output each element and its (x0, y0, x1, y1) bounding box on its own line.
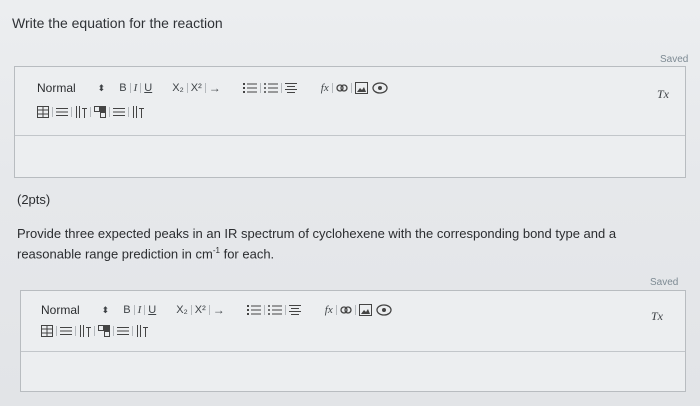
italic-button[interactable]: I (138, 303, 142, 317)
insert-arrow-button[interactable]: → (213, 303, 225, 317)
toolbar-divider (128, 107, 129, 117)
toolbar-divider (259, 83, 261, 93)
toolbar-divider (350, 83, 352, 93)
image-icon[interactable] (358, 303, 372, 317)
toolbar-divider (113, 326, 114, 336)
format-select-caret-icon[interactable]: ⬍ (102, 303, 110, 317)
editor-2-content[interactable] (21, 352, 685, 391)
toolbar-divider (335, 305, 337, 315)
toolbar-divider (144, 305, 146, 315)
toolbar-divider (284, 305, 286, 315)
editor-2: Normal ⬍ B I U X₂ X² → fx Tx (20, 290, 686, 392)
toolbar-divider (129, 83, 131, 93)
toolbar-divider (186, 83, 188, 93)
toolbar-divider (132, 326, 133, 336)
toolbar-divider (94, 326, 95, 336)
table-merge-icon[interactable] (113, 105, 125, 119)
embed-icon[interactable] (372, 81, 388, 95)
underline-button[interactable]: U (148, 303, 156, 317)
toolbar-divider (204, 83, 206, 93)
link-icon[interactable] (340, 303, 352, 317)
toolbar-divider (52, 107, 53, 117)
table-columns-icon[interactable] (75, 105, 87, 119)
toolbar-divider (208, 305, 210, 315)
question-2-prompt-text: reasonable range prediction in cm (17, 246, 213, 262)
table-cells-icon[interactable] (94, 105, 106, 119)
superscript-button[interactable]: X² (191, 81, 202, 95)
table-columns-icon[interactable] (79, 324, 91, 338)
image-icon[interactable] (354, 81, 368, 95)
table-cells-icon[interactable] (98, 324, 110, 338)
format-select-caret-icon[interactable]: ⬍ (98, 81, 106, 95)
question-2-prompt-line-2: reasonable range prediction in cm-1 for … (17, 242, 274, 262)
toolbar-divider (280, 83, 282, 93)
function-button[interactable]: fx (325, 303, 333, 317)
italic-button[interactable]: I (134, 81, 138, 95)
editor-1: Normal ⬍ B I U X₂ X² → fx Tx (14, 66, 686, 178)
link-icon[interactable] (336, 81, 348, 95)
toolbar-divider (190, 305, 192, 315)
bullet-list-icon[interactable] (267, 303, 282, 317)
toolbar-divider (133, 305, 135, 315)
align-icon[interactable] (284, 81, 297, 95)
align-icon[interactable] (288, 303, 301, 317)
subscript-button[interactable]: X₂ (172, 81, 184, 95)
toolbar-divider (354, 305, 356, 315)
format-select[interactable]: Normal (37, 81, 76, 95)
toolbar-divider (90, 107, 91, 117)
ordered-list-icon[interactable] (246, 303, 261, 317)
underline-button[interactable]: U (144, 81, 152, 95)
question-1-title: Write the equation for the reaction (12, 15, 223, 31)
question-2-unit-exponent: -1 (212, 246, 220, 255)
toolbar-divider (140, 83, 142, 93)
editor-1-content[interactable] (15, 136, 685, 177)
toolbar-divider (56, 326, 57, 336)
table-rows-icon[interactable] (60, 324, 72, 338)
table-merge-icon[interactable] (117, 324, 129, 338)
table-rows-icon[interactable] (56, 105, 68, 119)
format-select[interactable]: Normal (41, 303, 80, 317)
toolbar-divider (331, 83, 333, 93)
toolbar-divider (75, 326, 76, 336)
bold-button[interactable]: B (123, 303, 130, 317)
toolbar-divider (71, 107, 72, 117)
toolbar-divider (263, 305, 265, 315)
insert-arrow-button[interactable]: → (209, 81, 221, 95)
clear-formatting-button[interactable]: Tx (657, 87, 669, 102)
question-1-saved-status: Saved (660, 54, 689, 65)
question-2-saved-status: Saved (650, 277, 679, 288)
bullet-list-icon[interactable] (263, 81, 278, 95)
table-icon[interactable] (37, 105, 49, 119)
embed-icon[interactable] (376, 303, 392, 317)
ordered-list-icon[interactable] (242, 81, 257, 95)
superscript-button[interactable]: X² (195, 303, 206, 317)
bold-button[interactable]: B (119, 81, 126, 95)
editor-2-toolbar: Normal ⬍ B I U X₂ X² → fx Tx (21, 291, 685, 352)
clear-formatting-button[interactable]: Tx (651, 309, 663, 324)
question-2-prompt-line-1: Provide three expected peaks in an IR sp… (17, 226, 617, 241)
editor-1-toolbar: Normal ⬍ B I U X₂ X² → fx Tx (15, 67, 685, 136)
function-button[interactable]: fx (321, 81, 329, 95)
table-delete-icon[interactable] (136, 324, 148, 338)
table-delete-icon[interactable] (132, 105, 144, 119)
table-icon[interactable] (41, 324, 53, 338)
question-2-points: (2pts) (17, 192, 51, 207)
question-2-prompt-tail: for each. (219, 246, 275, 262)
toolbar-divider (109, 107, 110, 117)
subscript-button[interactable]: X₂ (176, 303, 188, 317)
